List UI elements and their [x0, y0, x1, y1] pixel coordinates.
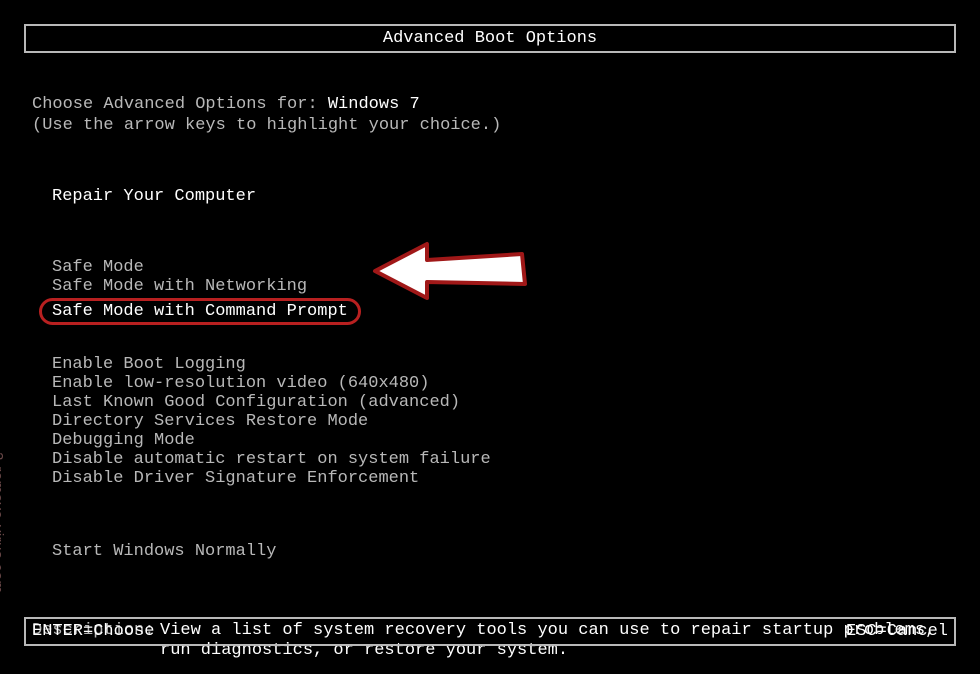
footer-bar: ENTER=Choose ESC=Cancel — [24, 617, 956, 646]
option-last-known-good[interactable]: Last Known Good Configuration (advanced) — [52, 393, 948, 412]
content-area: Choose Advanced Options for: Windows 7 (… — [0, 95, 980, 561]
intro-prefix: Choose Advanced Options for: — [32, 95, 328, 114]
option-group-repair: Repair Your Computer — [52, 187, 948, 206]
option-disable-auto-restart[interactable]: Disable automatic restart on system fail… — [52, 450, 948, 469]
intro-line: Choose Advanced Options for: Windows 7 — [32, 95, 948, 114]
title-bar: Advanced Boot Options — [24, 24, 956, 53]
os-name: Windows 7 — [328, 95, 420, 114]
option-directory-services-restore[interactable]: Directory Services Restore Mode — [52, 412, 948, 431]
option-debugging-mode[interactable]: Debugging Mode — [52, 431, 948, 450]
footer-esc-hint: ESC=Cancel — [846, 622, 948, 641]
highlighted-option: Safe Mode with Command Prompt — [39, 298, 361, 325]
intro-hint: (Use the arrow keys to highlight your ch… — [32, 116, 948, 135]
option-group-advanced: Enable Boot Logging Enable low-resolutio… — [52, 355, 948, 488]
pointer-arrow-icon — [367, 240, 532, 308]
option-enable-boot-logging[interactable]: Enable Boot Logging — [52, 355, 948, 374]
option-low-res-video[interactable]: Enable low-resolution video (640x480) — [52, 374, 948, 393]
watermark-text: 2-remove-virus.com — [0, 452, 6, 594]
footer-enter-hint: ENTER=Choose — [32, 622, 154, 641]
option-disable-driver-signature[interactable]: Disable Driver Signature Enforcement — [52, 469, 948, 488]
option-start-normally[interactable]: Start Windows Normally — [52, 542, 948, 561]
option-repair-computer[interactable]: Repair Your Computer — [52, 187, 948, 206]
option-group-normal: Start Windows Normally — [52, 542, 948, 561]
page-title: Advanced Boot Options — [383, 29, 597, 48]
